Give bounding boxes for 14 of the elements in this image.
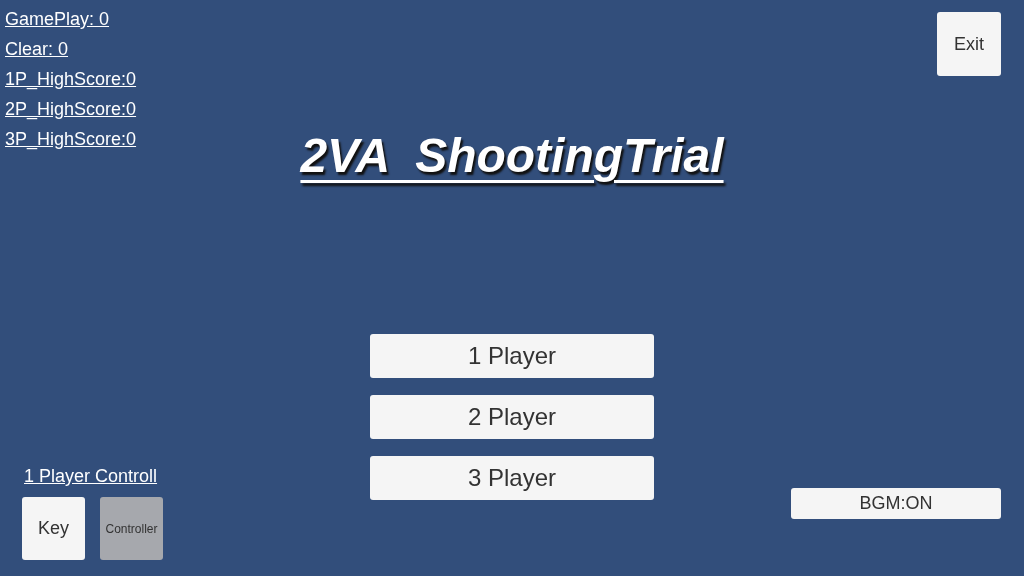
player-button[interactable]: 1 Player xyxy=(370,334,654,378)
stat-text: 1P_HighScore:0 xyxy=(5,68,137,90)
stat-text: Clear: 0 xyxy=(5,38,69,60)
stat-text: 3P_HighScore:0 xyxy=(5,128,137,150)
game-title: 2VA ShootingTrial xyxy=(300,128,724,183)
control-option[interactable]: Controller xyxy=(100,497,163,560)
control-option[interactable]: Key xyxy=(22,497,85,560)
exit-button[interactable]: Exit xyxy=(937,12,1001,76)
bgm-button[interactable]: BGM:ON xyxy=(791,488,1001,519)
player-button[interactable]: 3 Player xyxy=(370,456,654,500)
stat-text: GamePlay: 0 xyxy=(5,8,110,30)
player-button[interactable]: 2 Player xyxy=(370,395,654,439)
stat-text: 2P_HighScore:0 xyxy=(5,98,137,120)
control-label: 1 Player Controll xyxy=(24,466,158,487)
